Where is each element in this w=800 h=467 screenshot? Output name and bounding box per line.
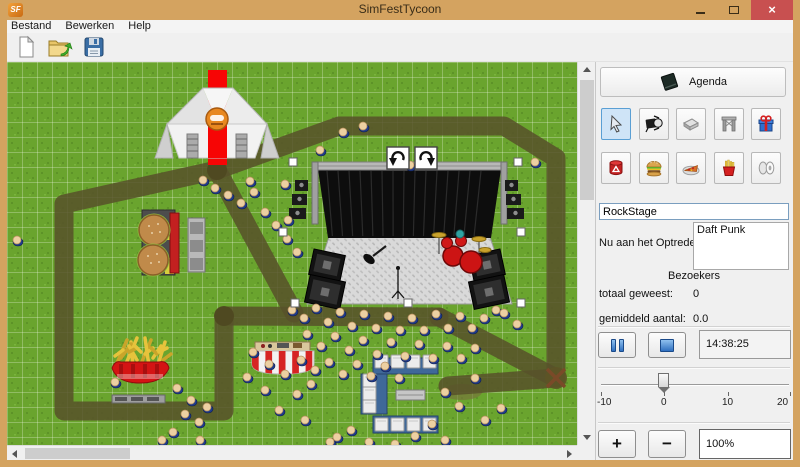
new-file-icon [14,35,38,59]
pause-icon [611,339,616,352]
clock-display[interactable]: 14:38:25 [699,330,791,359]
menu-bewerken[interactable]: Bewerken [58,20,121,33]
selection-handle[interactable] [291,299,299,307]
hamburger-icon [644,158,664,178]
zoom-level-field[interactable]: 100% [699,429,791,459]
lineup-item[interactable]: Daft Punk [694,223,788,237]
agenda-book-icon [659,72,681,92]
tick-label: -10 [597,397,611,408]
agenda-button[interactable]: Agenda [600,67,786,97]
scroll-up-icon[interactable] [579,62,594,77]
map-vertical-scrollbar[interactable] [577,62,595,445]
stage-platform-icon [681,114,701,134]
festival-map[interactable] [7,62,577,445]
tick-label: 10 [722,397,733,408]
pause-button[interactable] [598,332,636,358]
total-visitors-value: 0 [693,288,699,300]
sidebar: Agenda [595,62,793,460]
open-folder-icon [47,35,73,59]
selection-handle[interactable] [517,228,525,236]
tool-gift-button[interactable] [751,108,781,140]
divider [598,326,790,328]
selection-handle[interactable] [514,158,522,166]
avg-visitors-value: 0.0 [693,313,708,325]
tool-burger-button[interactable] [639,152,669,184]
stop-icon [660,339,674,352]
menu-help[interactable]: Help [121,20,158,33]
scroll-right-icon[interactable] [562,446,577,461]
tool-truss-button[interactable] [714,108,744,140]
tool-toilet-paper-button[interactable] [751,152,781,184]
tool-trash-button[interactable] [601,152,631,184]
stop-button[interactable] [648,332,686,358]
scroll-down-icon[interactable] [579,430,594,445]
dead-tree-marker [545,367,567,389]
menu-bestand[interactable]: Bestand [7,20,58,33]
divider [598,367,790,369]
maximize-icon [729,6,739,14]
lineup-listbox[interactable]: Daft Punk [693,222,789,270]
agenda-label: Agenda [689,76,727,88]
minimize-icon [696,12,705,14]
trash-can-icon [606,158,626,178]
speed-slider[interactable] [601,384,789,386]
spotlight-icon [644,114,664,134]
selection-handle[interactable] [404,299,412,307]
tool-select-button[interactable] [601,108,631,140]
fries-icon [719,158,739,178]
tool-stage-button[interactable] [676,108,706,140]
open-file-button[interactable] [45,34,75,61]
cursor-icon [606,114,626,134]
divider [598,422,790,424]
tool-spotlight-button[interactable] [639,108,669,140]
selection-handle[interactable] [517,299,525,307]
speed-slider-thumb[interactable] [658,373,669,387]
burger-stand[interactable] [137,210,206,277]
zoom-out-button[interactable]: − [648,430,686,458]
tool-fries-button[interactable] [714,152,744,184]
truss-icon [719,114,739,134]
new-file-button[interactable] [11,34,41,61]
rotate-cw-button[interactable] [415,147,437,169]
now-playing-label: Nu aan het Optreden: [599,237,705,249]
selection-handle[interactable] [289,158,297,166]
tick-label: 20 [777,397,788,408]
vertical-scroll-thumb[interactable] [580,80,594,200]
close-button[interactable]: × [751,0,793,20]
visitors-header: Bezoekers [596,270,792,282]
save-floppy-icon [82,35,106,59]
avg-visitors-label: gemiddeld aantal: [599,313,686,325]
toolbar [7,33,793,62]
horizontal-scroll-thumb[interactable] [25,448,130,459]
zoom-in-button[interactable]: + [598,430,636,458]
rotate-ccw-button[interactable] [387,147,409,169]
maximize-button[interactable] [717,0,751,20]
scroll-left-icon[interactable] [7,446,22,461]
tick-label: 0 [661,397,667,408]
scrollbar-corner [577,445,595,460]
pizza-icon [681,158,701,178]
total-visitors-label: totaal geweest: [599,288,673,300]
app-window: SF SimFestTycoon × Bestand Bewerken Help [0,0,800,467]
tool-pizza-button[interactable] [676,152,706,184]
titlebar: SF SimFestTycoon × [0,0,800,20]
minimize-button[interactable] [683,0,717,20]
selection-handle[interactable] [279,228,287,236]
gift-icon [756,114,776,134]
window-title: SimFestTycoon [0,2,800,16]
save-button[interactable] [79,34,109,61]
stage-name-input[interactable] [599,203,789,220]
toilet-paper-icon [756,158,776,178]
map-horizontal-scrollbar[interactable] [7,445,577,460]
menubar: Bestand Bewerken Help [7,20,793,33]
